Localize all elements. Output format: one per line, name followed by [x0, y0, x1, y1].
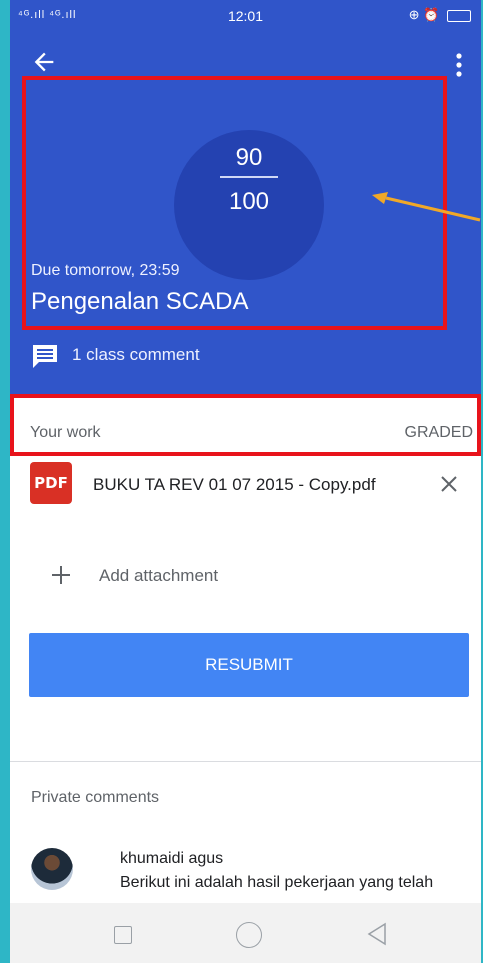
resubmit-button[interactable]: RESUBMIT [29, 633, 469, 697]
attachment-name[interactable]: BUKU TA REV 01 07 2015 - Copy.pdf [93, 475, 376, 495]
your-work-label: Your work [30, 424, 101, 441]
class-comments-label: 1 class comment [72, 345, 200, 364]
recents-icon[interactable] [114, 926, 132, 944]
your-work-header: Your work GRADED [10, 394, 481, 456]
pdf-icon: PDF [30, 462, 72, 504]
graded-status: GRADED [404, 424, 473, 441]
attachment-item[interactable]: PDF BUKU TA REV 01 07 2015 - Copy.pdf [30, 462, 475, 506]
comment-author: khumaidi agus [120, 850, 224, 867]
divider [10, 761, 481, 762]
plus-icon [52, 566, 70, 584]
battery-icon [447, 9, 471, 22]
add-attachment-label: Add attachment [99, 566, 219, 585]
home-icon[interactable] [236, 922, 262, 948]
comment-text: Berikut ini adalah hasil pekerjaan yang … [120, 874, 434, 891]
alarm-icon: ⊕ ⏰ [408, 7, 440, 22]
back-arrow-icon[interactable] [30, 48, 58, 76]
nav-back-icon[interactable] [366, 922, 388, 946]
private-comments-label: Private comments [31, 789, 160, 806]
android-nav-bar [10, 903, 481, 963]
status-icons: ⊕ ⏰ [409, 7, 471, 23]
status-bar: ⁴ᴳ.ıll ⁴ᴳ.ıll 12:01 ⊕ ⏰ [10, 0, 481, 32]
screen: ⁴ᴳ.ıll ⁴ᴳ.ıll 12:01 ⊕ ⏰ 90 100 Due tomor… [10, 0, 481, 963]
annotation-arrow [372, 192, 481, 222]
close-icon[interactable] [439, 474, 459, 494]
comment-icon [33, 345, 57, 368]
more-options-icon[interactable] [447, 50, 471, 80]
avatar [31, 848, 73, 890]
